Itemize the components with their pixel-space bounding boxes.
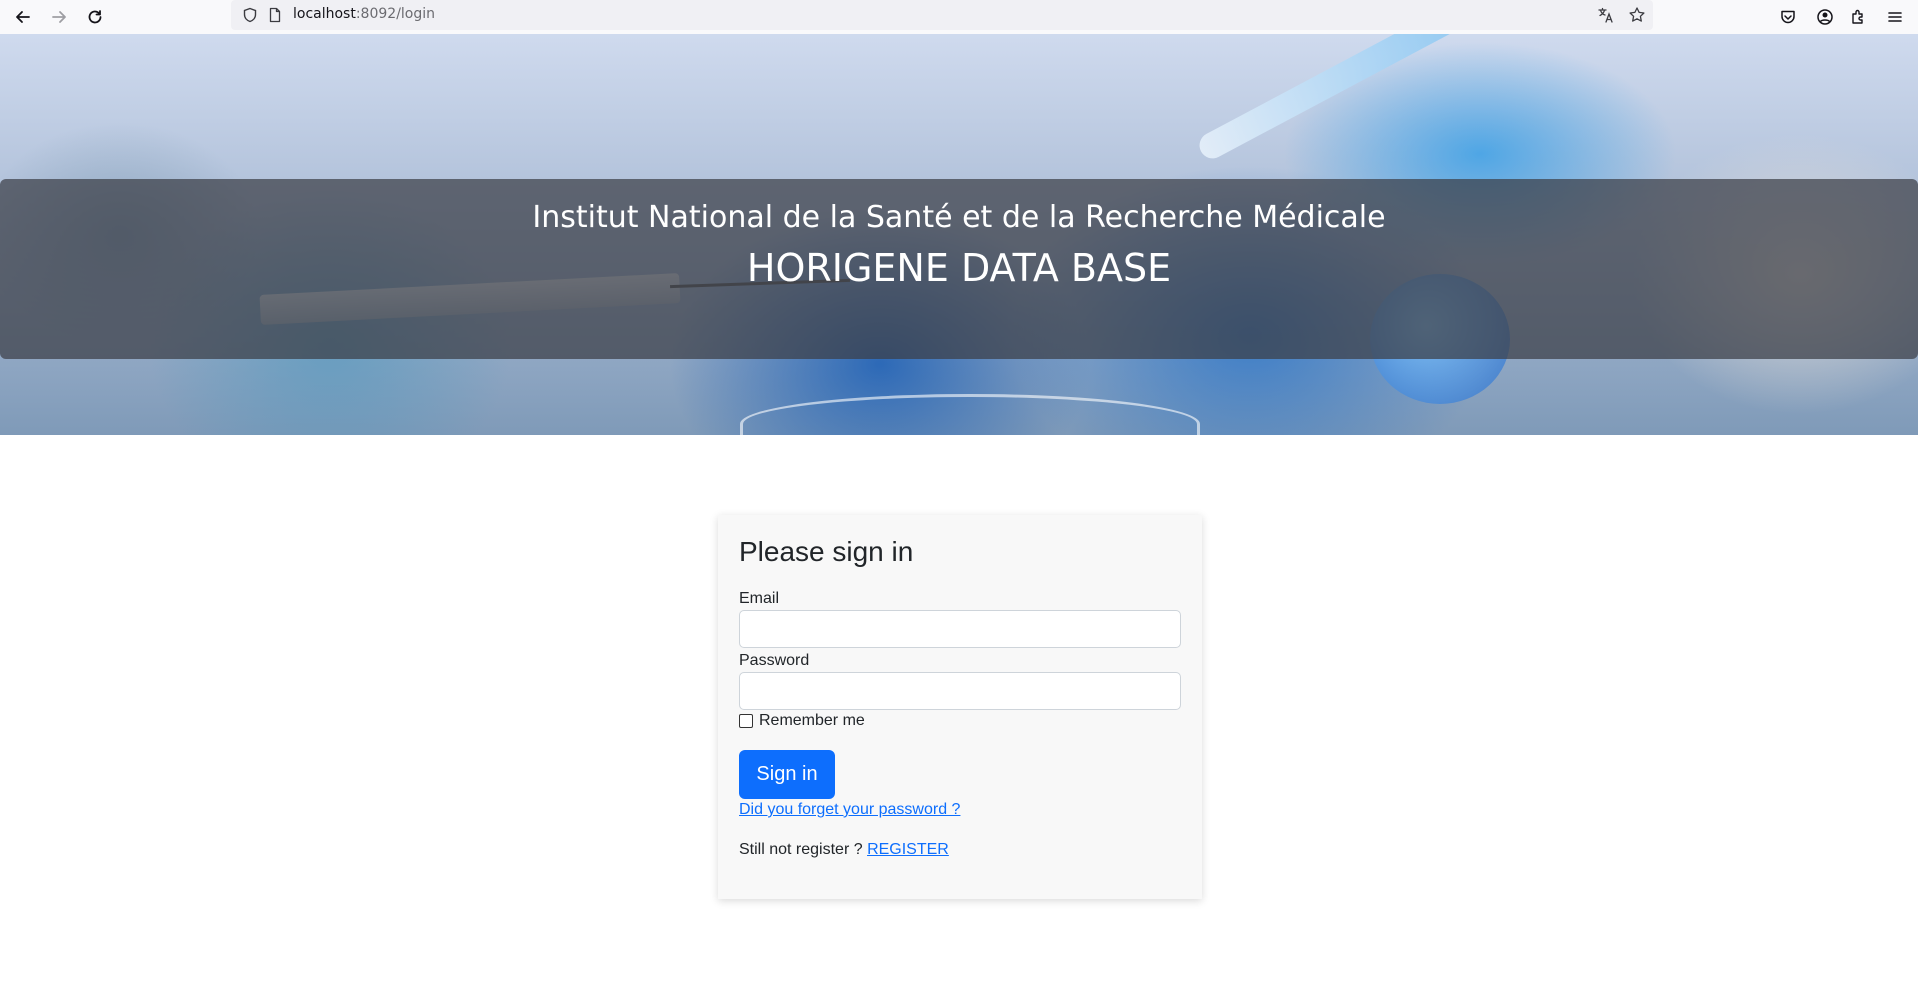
- remember-me-label[interactable]: Remember me: [759, 712, 865, 730]
- extensions-icon[interactable]: [1846, 4, 1872, 30]
- translate-icon[interactable]: [1595, 4, 1617, 26]
- hero-banner-image: Institut National de la Santé et de la R…: [0, 34, 1918, 435]
- menu-icon[interactable]: [1882, 4, 1908, 30]
- remember-me-checkbox[interactable]: [739, 714, 753, 728]
- register-prompt: Still not register ?: [739, 841, 863, 858]
- page-icon[interactable]: [264, 4, 286, 26]
- email-field[interactable]: [739, 610, 1181, 648]
- remember-me-row[interactable]: Remember me: [739, 712, 865, 730]
- account-icon[interactable]: [1812, 4, 1838, 30]
- reload-icon[interactable]: [82, 4, 108, 30]
- browser-toolbar: localhost:8092/login: [0, 0, 1918, 34]
- register-link[interactable]: REGISTER: [867, 841, 949, 858]
- beaker-graphic: [740, 394, 1200, 435]
- url-host: localhost: [293, 6, 356, 22]
- database-title: HORIGENE DATA BASE: [746, 246, 1172, 290]
- sign-in-button[interactable]: Sign in: [739, 750, 835, 799]
- pocket-icon[interactable]: [1775, 4, 1801, 30]
- password-label: Password: [739, 652, 810, 669]
- back-icon[interactable]: [10, 4, 36, 30]
- login-card: Please sign in Email Password Remember m…: [718, 515, 1202, 899]
- pipette-graphic: [1194, 34, 1526, 163]
- forgot-password-link[interactable]: Did you forget your password ?: [739, 801, 960, 819]
- email-label: Email: [739, 590, 780, 607]
- url-path: :8092/login: [355, 6, 436, 22]
- url-text[interactable]: localhost:8092/login: [293, 6, 435, 22]
- password-field[interactable]: [739, 672, 1181, 710]
- bookmark-star-icon[interactable]: [1626, 4, 1648, 26]
- url-bar[interactable]: localhost:8092/login: [231, 0, 1653, 30]
- institute-name: Institut National de la Santé et de la R…: [532, 200, 1386, 235]
- forward-icon[interactable]: [46, 4, 72, 30]
- login-heading: Please sign in: [739, 536, 914, 567]
- register-row: Still not register ? REGISTER: [739, 841, 949, 859]
- shield-icon[interactable]: [239, 4, 261, 26]
